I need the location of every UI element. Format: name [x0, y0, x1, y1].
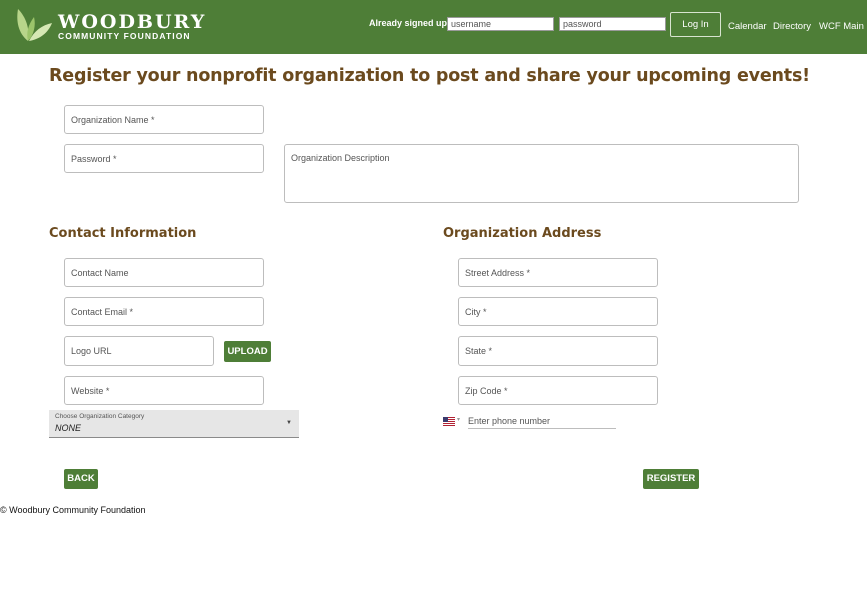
category-select-label: Choose Organization Category: [55, 413, 145, 420]
signin-label: Already signed up?: [369, 18, 453, 28]
city-input[interactable]: [458, 297, 658, 326]
logo-url-input[interactable]: [64, 336, 214, 366]
top-header: WOODBURY COMMUNITY FOUNDATION Already si…: [0, 0, 867, 54]
leaf-logo-icon: [17, 9, 52, 41]
upload-button[interactable]: UPLOAD: [224, 341, 271, 362]
street-address-input[interactable]: [458, 258, 658, 287]
password-input[interactable]: [559, 17, 666, 31]
state-input[interactable]: [458, 336, 658, 366]
page-title: Register your nonprofit organization to …: [49, 66, 810, 86]
nav-link-wcf-main[interactable]: WCF Main: [819, 21, 864, 32]
nav-link-directory[interactable]: Directory: [773, 21, 811, 32]
country-dropdown-icon[interactable]: ▾: [457, 416, 460, 423]
dropdown-arrow-icon: ▼: [286, 420, 292, 426]
login-button[interactable]: Log In: [670, 12, 721, 37]
contact-information-heading: Contact Information: [49, 226, 197, 241]
woodbury-logo[interactable]: WOODBURY COMMUNITY FOUNDATION: [14, 7, 204, 43]
organization-address-heading: Organization Address: [443, 226, 602, 241]
zip-code-input[interactable]: [458, 376, 658, 405]
org-password-input[interactable]: [64, 144, 264, 173]
organization-name-input[interactable]: [64, 105, 264, 134]
organization-description-input[interactable]: [284, 144, 799, 203]
contact-email-input[interactable]: [64, 297, 264, 326]
logo-wordmark: WOODBURY: [58, 11, 207, 33]
footer-copyright: © Woodbury Community Foundation: [0, 505, 146, 515]
organization-category-select[interactable]: Choose Organization Category NONE ▼: [49, 410, 299, 438]
phone-number-input[interactable]: [468, 413, 616, 429]
phone-field: ▾: [443, 413, 616, 429]
back-button[interactable]: BACK: [64, 469, 98, 489]
website-input[interactable]: [64, 376, 264, 405]
nav-link-calendar[interactable]: Calendar: [728, 21, 767, 32]
register-button[interactable]: REGISTER: [643, 469, 699, 489]
category-select-value: NONE: [55, 423, 82, 433]
us-flag-icon[interactable]: [443, 417, 455, 426]
logo-subtitle: COMMUNITY FOUNDATION: [58, 31, 191, 41]
username-input[interactable]: [447, 17, 554, 31]
contact-name-input[interactable]: [64, 258, 264, 287]
